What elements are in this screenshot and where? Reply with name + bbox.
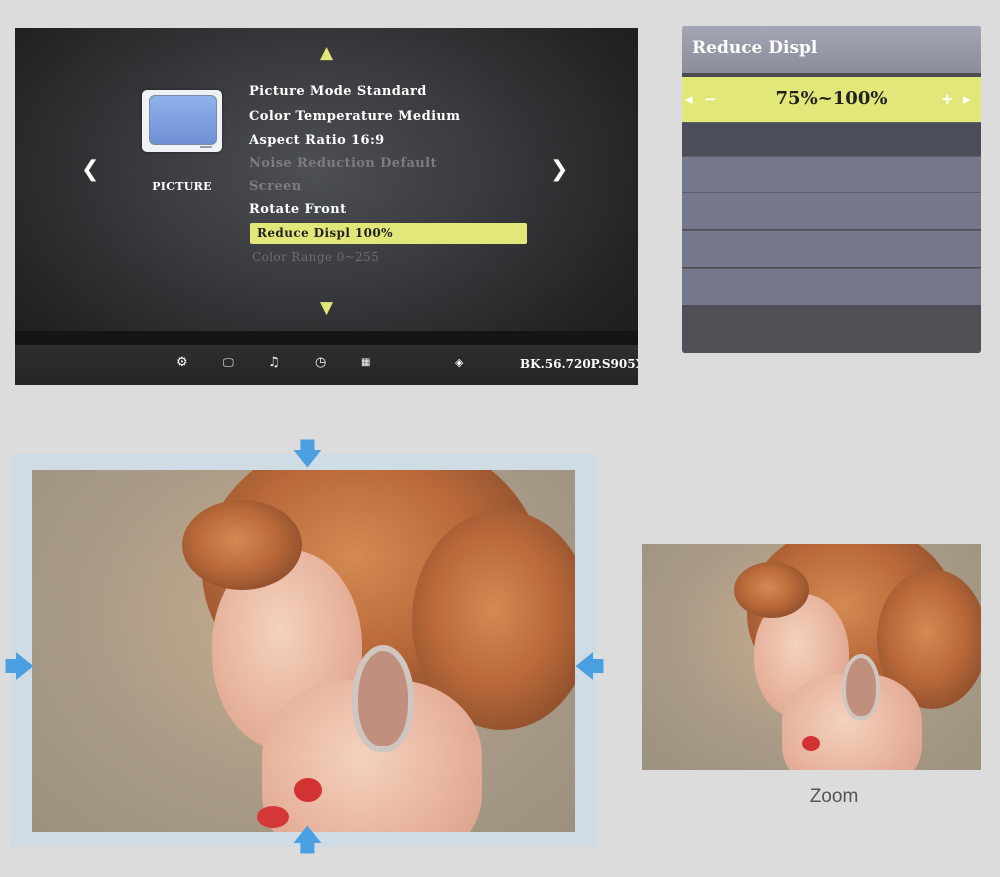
empty-row xyxy=(682,192,981,229)
popup-title-bar: Reduce Displ xyxy=(682,26,981,73)
apps-icon[interactable]: ▦ xyxy=(361,356,370,370)
menu-item-picture-mode[interactable]: Picture Mode Standard xyxy=(249,84,427,99)
arrow-right-icon: 🡆 xyxy=(4,650,35,685)
empty-row xyxy=(682,156,981,193)
overscan-frame xyxy=(10,454,597,847)
menu-item-rotate[interactable]: Rotate Front xyxy=(249,202,346,217)
arrow-down-icon: 🡇 xyxy=(292,437,323,472)
empty-row xyxy=(682,230,981,267)
gear-icon[interactable]: ⚙ xyxy=(176,356,188,370)
zoom-preview-image xyxy=(642,544,981,770)
menu-item-color-range: Color Range 0~255 xyxy=(252,250,380,264)
popup-title: Reduce Displ xyxy=(692,38,818,58)
value-selector[interactable]: ◂ − 75%~100% + ▸ xyxy=(682,77,981,122)
menu-item-reduce-displ[interactable]: Reduce Displ 100% xyxy=(250,223,527,244)
clock-icon[interactable]: ◷ xyxy=(315,356,326,370)
menu-item-aspect-ratio[interactable]: Aspect Ratio 16:9 xyxy=(249,133,385,148)
value-text: 75%~100% xyxy=(775,88,888,109)
music-icon[interactable]: ♫ xyxy=(268,356,280,370)
menu-item-noise-reduction: Noise Reduction Default xyxy=(249,156,437,171)
empty-row xyxy=(682,268,981,305)
3d-cube-icon[interactable]: ◈ xyxy=(455,356,463,370)
arrow-right-icon[interactable]: ▸ xyxy=(963,90,971,108)
plus-icon[interactable]: + xyxy=(941,90,954,108)
arrow-up-icon: 🡅 xyxy=(292,823,323,858)
scroll-up-icon[interactable]: ▲ xyxy=(320,45,333,62)
zoom-caption: Zoom xyxy=(809,786,859,807)
empty-row xyxy=(682,122,981,159)
scroll-down-icon[interactable]: ▼ xyxy=(320,300,333,317)
chevron-right-icon[interactable]: ❯ xyxy=(550,159,568,181)
osd-menu: ▲ ❮ ❯ PICTURE Picture Mode Standard Colo… xyxy=(15,28,638,385)
arrow-left-icon: 🡄 xyxy=(574,650,605,685)
monitor-icon[interactable]: 🖵 xyxy=(223,356,234,370)
picture-category-icon xyxy=(142,90,222,152)
reduce-displ-popup: Reduce Displ ◂ − 75%~100% + ▸ xyxy=(682,26,981,353)
divider xyxy=(15,331,638,345)
menu-item-screen: Screen xyxy=(249,179,302,194)
popup-footer xyxy=(682,308,981,353)
portrait-image xyxy=(32,470,575,832)
menu-item-color-temperature[interactable]: Color Temperature Medium xyxy=(249,109,460,124)
osd-footer: ⚙ 🖵 ♫ ◷ ▦ ◈ BK.56.720P.S905X xyxy=(15,345,638,385)
category-label: PICTURE xyxy=(152,180,212,193)
chevron-left-icon[interactable]: ❮ xyxy=(81,159,99,181)
model-number: BK.56.720P.S905X xyxy=(520,357,638,371)
